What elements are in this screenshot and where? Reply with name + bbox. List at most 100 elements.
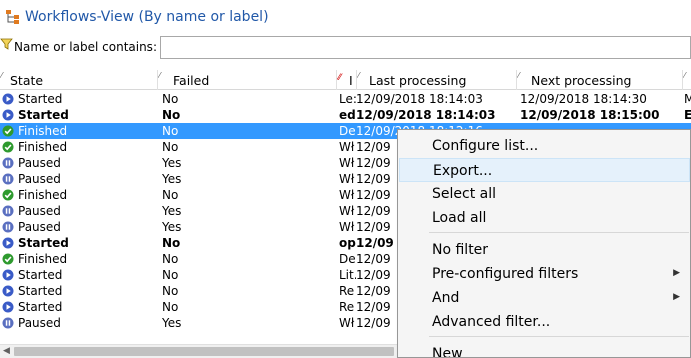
failed-cell: No: [162, 108, 181, 122]
menu-item-label: Select all: [432, 186, 496, 202]
failed-cell: No: [162, 92, 179, 106]
label-cell: De: [339, 124, 356, 138]
play-icon: [2, 285, 14, 297]
last-processing-cell: 12/09/2018 18:14:03: [356, 92, 483, 106]
label-cell: ed: [339, 108, 356, 122]
more-cell: E: [684, 108, 691, 122]
menu-item-label: And: [432, 290, 460, 306]
workflow-tree-icon: [6, 10, 19, 24]
check-icon: [2, 125, 14, 137]
sort-icon: ⁄: [684, 71, 686, 80]
play-icon: [2, 93, 14, 105]
failed-cell: No: [162, 188, 179, 202]
filter-bar: Name or label contains:: [0, 36, 691, 60]
menu-separator: [429, 336, 689, 337]
label-cell: Wł: [339, 220, 355, 234]
name-filter-input[interactable]: [160, 36, 691, 59]
menu-separator: [429, 232, 689, 233]
column-header-label[interactable]: ⁄⁄ I: [337, 70, 357, 90]
state-cell: Finished: [18, 188, 68, 202]
menu-item-label: Export...: [433, 163, 493, 179]
state-cell: Finished: [18, 252, 68, 266]
column-header-more[interactable]: ⁄: [683, 70, 691, 90]
last-processing-cell: 12/09/2018 18:14:03: [356, 108, 496, 122]
check-icon: [2, 253, 14, 265]
menu-item-pre-configured-filters[interactable]: Pre-configured filters ▶: [399, 262, 690, 286]
failed-cell: No: [162, 252, 179, 266]
submenu-arrow-icon: ▶: [673, 268, 680, 278]
menu-item-label: Load all: [432, 210, 487, 226]
filter-label: Name or label contains:: [14, 40, 157, 54]
menu-item-label: No filter: [432, 242, 489, 258]
column-header-last-processing[interactable]: ⁄ Last processing: [357, 70, 517, 90]
view-title: Workflows-View (By name or label): [25, 9, 269, 25]
next-processing-cell: 12/09/2018 18:14:30: [520, 92, 647, 106]
submenu-arrow-icon: ▶: [673, 292, 680, 302]
menu-item-configure-list[interactable]: Configure list...: [399, 134, 690, 158]
pause-icon: [2, 205, 14, 217]
column-header-state[interactable]: ⁄ State: [0, 70, 158, 90]
pause-icon: [2, 317, 14, 329]
next-processing-cell: 12/09/2018 18:15:00: [520, 108, 660, 122]
more-cell: M: [684, 92, 691, 106]
state-cell: Paused: [18, 316, 61, 330]
failed-cell: No: [162, 124, 179, 138]
failed-cell: No: [162, 268, 179, 282]
menu-item-label: Advanced filter...: [432, 314, 551, 330]
state-cell: Started: [18, 284, 63, 298]
menu-item-new[interactable]: New: [399, 342, 690, 358]
state-cell: Paused: [18, 220, 61, 234]
menu-item-no-filter[interactable]: No filter: [399, 238, 690, 262]
state-cell: Finished: [18, 124, 68, 138]
state-cell: Started: [18, 108, 69, 122]
menu-item-and[interactable]: And ▶: [399, 286, 690, 310]
column-header-failed[interactable]: ⁄ Failed: [158, 70, 337, 90]
view-titlebar: Workflows-View (By name or label): [0, 0, 691, 36]
sort-icon: ⁄: [518, 71, 520, 80]
pause-icon: [2, 173, 14, 185]
menu-item-select-all[interactable]: Select all: [399, 182, 690, 206]
failed-cell: No: [162, 236, 181, 250]
label-cell: Wł: [339, 188, 355, 202]
scroll-left-icon[interactable]: ◀: [3, 346, 10, 356]
failed-cell: Yes: [162, 220, 182, 234]
play-icon: [2, 269, 14, 281]
menu-item-export[interactable]: Export...: [399, 158, 690, 182]
failed-cell: No: [162, 140, 179, 154]
failed-cell: Yes: [162, 156, 182, 170]
check-icon: [2, 189, 14, 201]
failed-cell: Yes: [162, 316, 182, 330]
table-row[interactable]: Started No ed 12/09/2018 18:14:03 12/09/2018…: [0, 107, 691, 123]
label-cell: Wł: [339, 316, 355, 330]
label-cell: De: [339, 252, 356, 266]
pause-icon: [2, 221, 14, 233]
menu-item-label: New: [432, 346, 463, 358]
sort-filter-icon: ⁄⁄: [338, 73, 342, 83]
label-cell: Wł: [339, 140, 355, 154]
label-cell: Wł: [339, 204, 355, 218]
failed-cell: Yes: [162, 172, 182, 186]
label-cell: Wł: [339, 156, 355, 170]
pause-icon: [2, 157, 14, 169]
menu-item-advanced-filter[interactable]: Advanced filter...: [399, 310, 690, 334]
failed-cell: Yes: [162, 204, 182, 218]
column-header-next-processing[interactable]: ⁄ Next processing: [517, 70, 683, 90]
label-cell: Wł: [339, 172, 355, 186]
label-cell: Re: [339, 300, 355, 314]
label-cell: Le:: [339, 92, 356, 106]
menu-item-load-all[interactable]: Load all: [399, 206, 690, 230]
table-row[interactable]: Started No Le: 12/09/2018 18:14:03 12/09/201…: [0, 91, 691, 107]
state-cell: Paused: [18, 172, 61, 186]
state-cell: Started: [18, 236, 69, 250]
state-cell: Started: [18, 300, 63, 314]
failed-cell: No: [162, 284, 179, 298]
failed-cell: No: [162, 300, 179, 314]
menu-item-label: Pre-configured filters: [432, 266, 579, 282]
state-cell: Finished: [18, 140, 68, 154]
play-icon: [2, 301, 14, 313]
scrollbar-thumb[interactable]: [14, 347, 394, 356]
sort-icon: ⁄: [159, 71, 161, 80]
context-menu: Configure list... Export... Select all Load…: [397, 129, 691, 358]
label-cell: Re: [339, 284, 355, 298]
state-cell: Paused: [18, 156, 61, 170]
